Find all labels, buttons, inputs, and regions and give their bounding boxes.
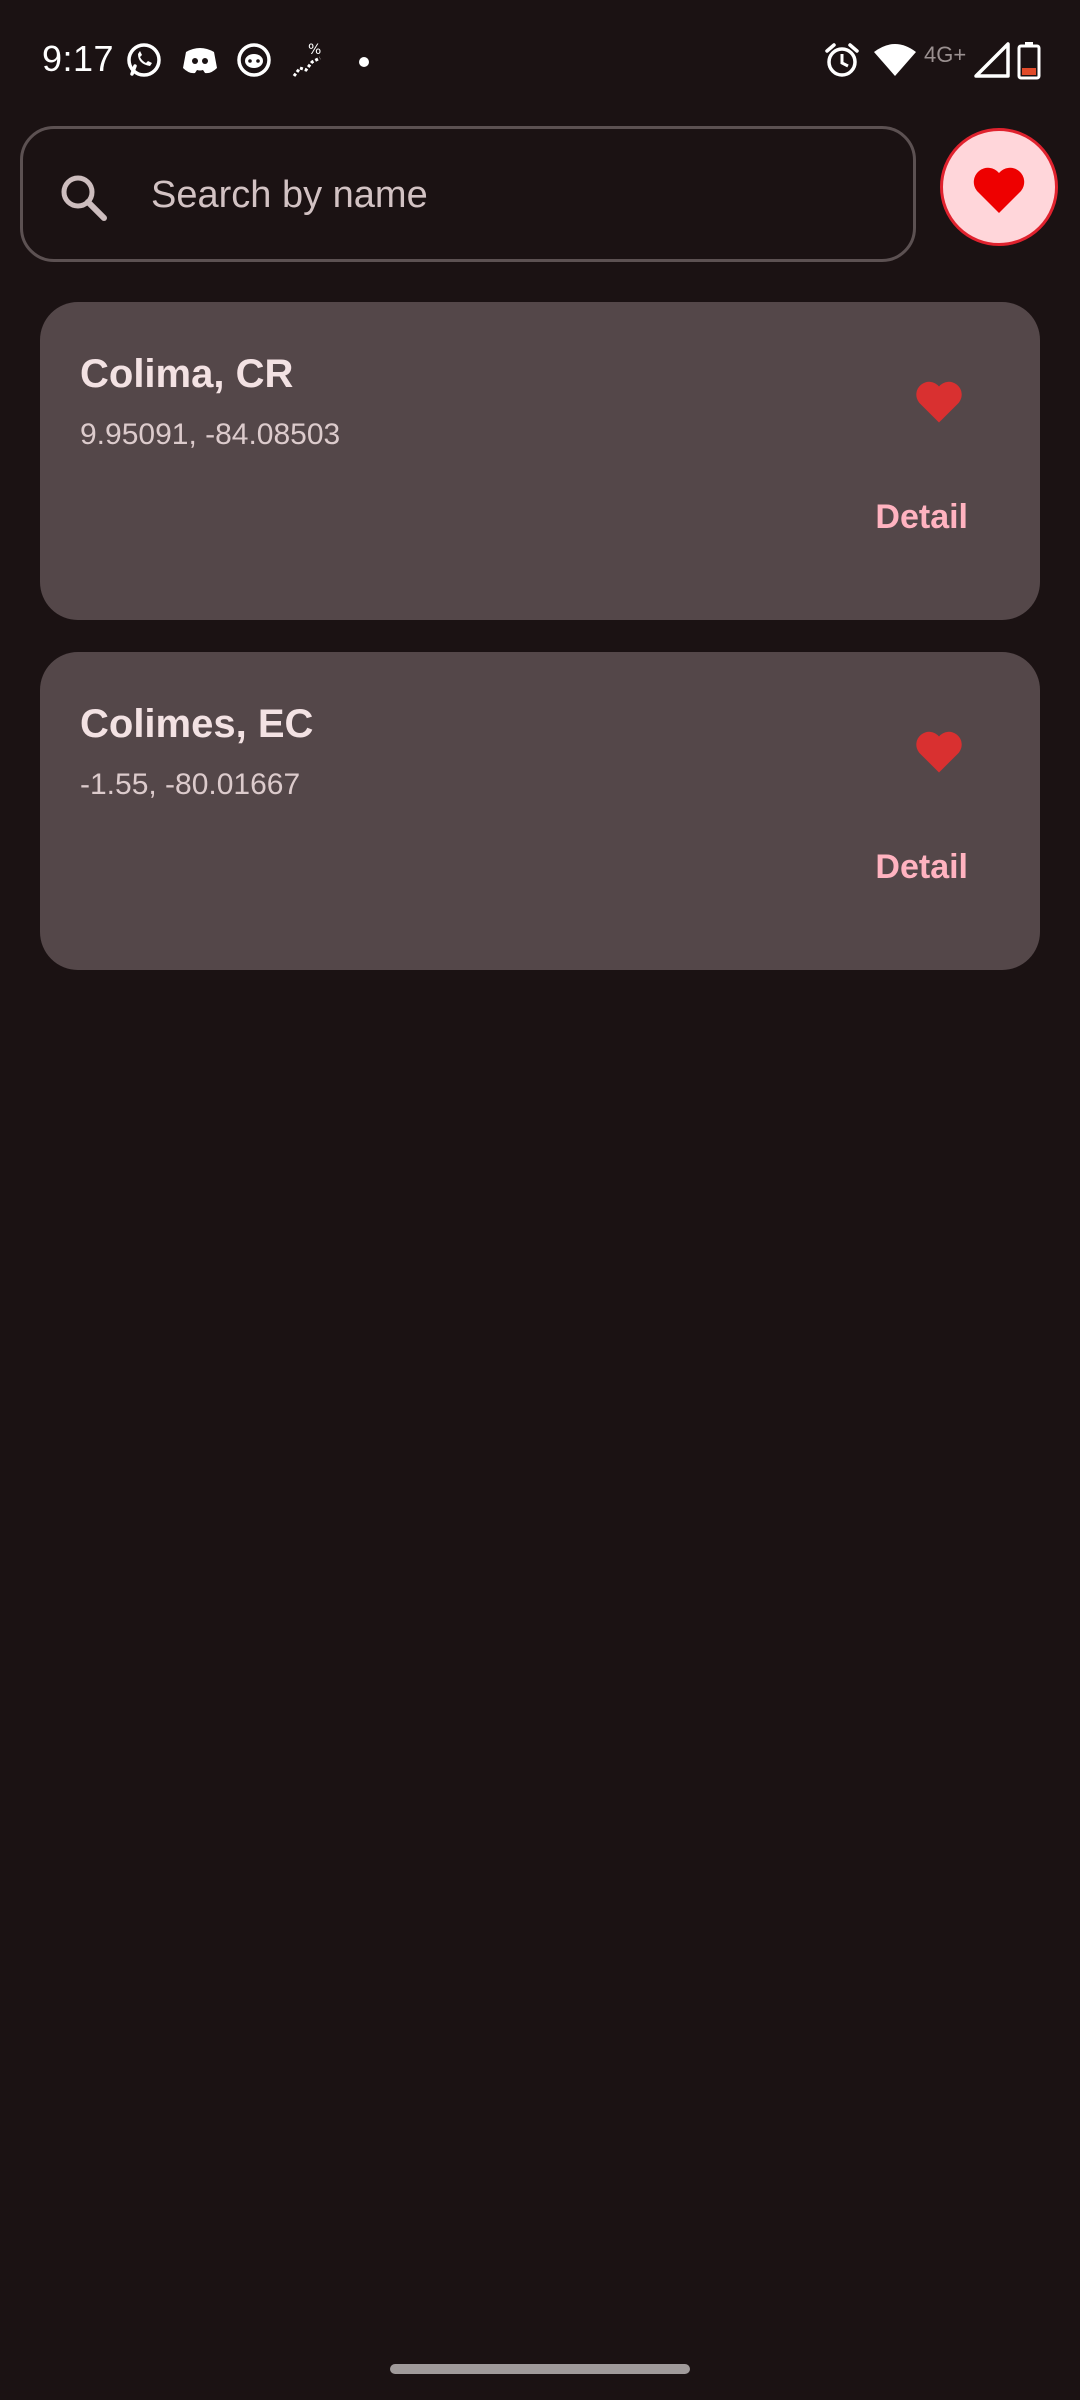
search-icon	[57, 171, 109, 223]
dot-icon	[352, 40, 392, 80]
search-input[interactable]	[151, 163, 891, 227]
detail-button[interactable]: Detail	[875, 498, 968, 537]
gesture-nav-handle[interactable]	[390, 2364, 690, 2374]
location-card: Colima, CR 9.95091, -84.08503 Detail	[40, 302, 1040, 620]
discord-icon	[180, 40, 220, 80]
detail-button[interactable]: Detail	[875, 848, 968, 887]
battery-icon	[1016, 40, 1042, 80]
location-card: Colimes, EC -1.55, -80.01667 Detail	[40, 652, 1040, 970]
wifi-icon	[872, 40, 918, 80]
location-name: Colima, CR	[80, 352, 294, 396]
signal-icon	[972, 40, 1012, 80]
location-coordinates: 9.95091, -84.08503	[80, 418, 341, 451]
favorite-heart-icon[interactable]	[912, 374, 966, 426]
favorites-button[interactable]	[940, 128, 1058, 246]
favorite-heart-icon[interactable]	[912, 724, 966, 776]
network-type: 4G+	[924, 42, 967, 67]
location-name: Colimes, EC	[80, 702, 314, 746]
app-icon: %	[288, 40, 328, 80]
search-bar[interactable]	[20, 126, 916, 262]
location-coordinates: -1.55, -80.01667	[80, 768, 301, 801]
github-icon	[234, 40, 274, 80]
heart-icon	[969, 159, 1029, 217]
alarm-icon	[822, 40, 862, 80]
status-bar: 9:17 % 4G+	[0, 0, 1080, 120]
whatsapp-icon	[124, 40, 164, 80]
svg-text:%: %	[308, 42, 321, 58]
status-time: 9:17	[42, 38, 115, 79]
